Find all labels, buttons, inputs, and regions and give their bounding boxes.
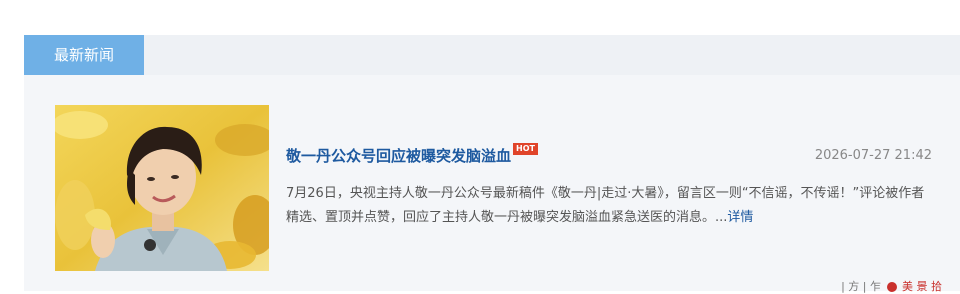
- panel-header: 最新新闻: [24, 35, 960, 75]
- news-title[interactable]: 敬一丹公众号回应被曝突发脑溢血 HOT: [286, 143, 538, 166]
- tab-latest-news[interactable]: 最新新闻: [24, 35, 144, 75]
- footer-fragment-text: | 方 | 乍: [841, 280, 881, 293]
- news-item: 敬一丹公众号回应被曝突发脑溢血 HOT 2026-07-27 21:42 7月26…: [24, 75, 960, 291]
- news-date: 2026-07-27 21:42: [814, 148, 932, 163]
- news-summary-text: 7月26日，央视主持人敬一丹公众号最新稿件《敬一丹|走过·大暑》，留言区一则“不…: [286, 186, 925, 225]
- news-thumbnail[interactable]: [55, 105, 269, 271]
- news-panel: 最新新闻 敬一丹公众号回应被曝突发脑溢血 HOT 2026-07-27 21:4…: [24, 35, 960, 294]
- thumbnail-photo: [55, 105, 269, 271]
- news-title-text[interactable]: 敬一丹公众号回应被曝突发脑溢血: [286, 147, 511, 165]
- hot-badge: HOT: [513, 143, 538, 155]
- news-summary: 7月26日，央视主持人敬一丹公众号最新稿件《敬一丹|走过·大暑》，留言区一则“不…: [286, 182, 934, 230]
- seal-text: 美 景 拾: [902, 280, 942, 293]
- footer-fragment: | 方 | 乍 美 景 拾: [841, 278, 942, 294]
- detail-link[interactable]: 详情: [727, 210, 753, 225]
